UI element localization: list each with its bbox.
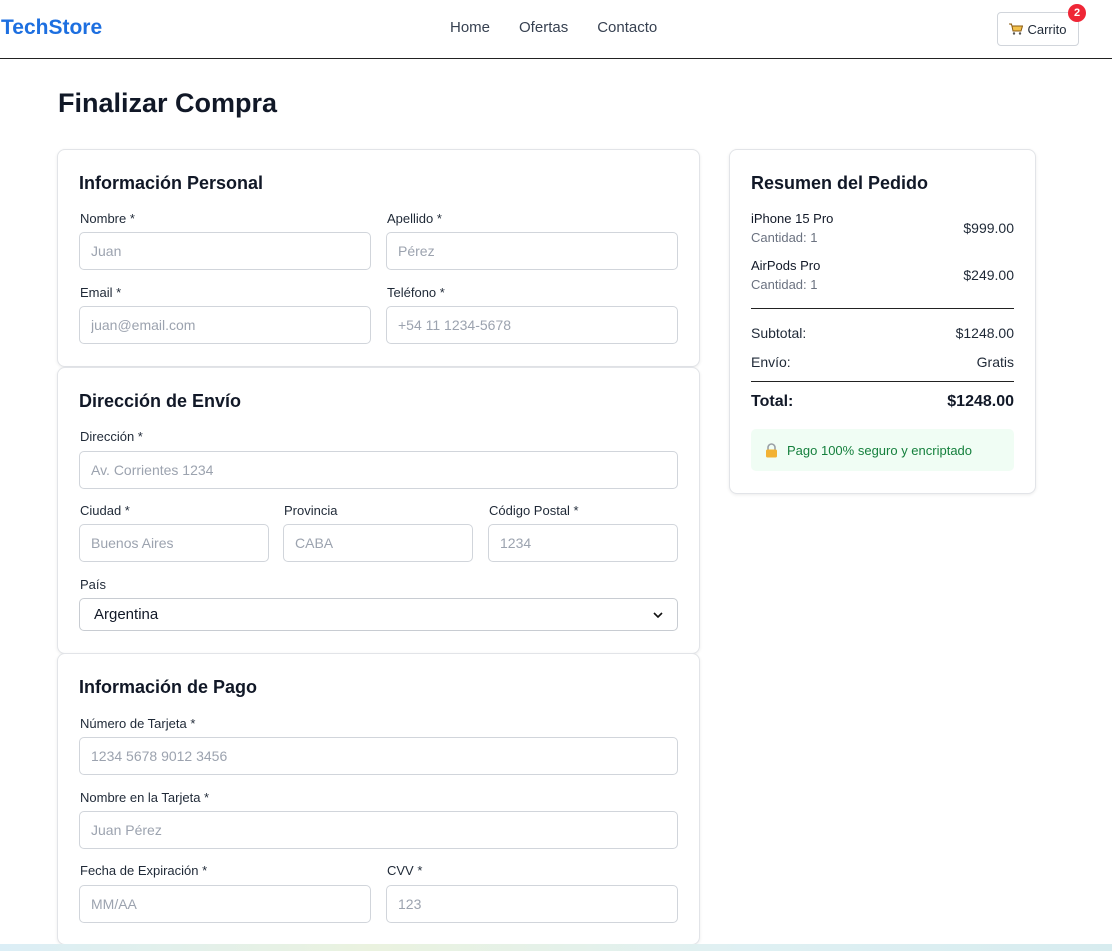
shipping-address-card: Dirección de Envío Dirección * Ciudad * … (57, 367, 700, 654)
secure-payment-text: Pago 100% seguro y encriptado (787, 442, 973, 458)
postal-code-input[interactable] (488, 524, 678, 562)
phone-input[interactable] (386, 306, 678, 344)
nav-home-link[interactable]: Home (450, 19, 490, 36)
address-input[interactable] (79, 451, 678, 489)
country-select-value: Argentina (94, 606, 159, 623)
order-item-quantity: Cantidad: 1 (751, 230, 818, 245)
shipping-row: Envío: Gratis (751, 354, 1014, 370)
nav-offers-link[interactable]: Ofertas (519, 19, 568, 36)
postal-code-label: Código Postal * (489, 503, 579, 518)
card-number-input[interactable] (79, 737, 678, 775)
cvv-input[interactable] (386, 885, 678, 923)
cart-label: Carrito (1027, 21, 1067, 37)
subtotal-row: Subtotal: $1248.00 (751, 325, 1014, 341)
main-nav: Home Ofertas Contacto (450, 19, 657, 36)
payment-info-card: Información de Pago Número de Tarjeta * … (57, 653, 700, 945)
order-item-name: AirPods Pro (751, 258, 821, 273)
province-label: Provincia (284, 503, 338, 518)
province-input[interactable] (283, 524, 473, 562)
lock-icon (766, 442, 777, 457)
country-select[interactable]: Argentina (79, 598, 678, 631)
order-item-name: iPhone 15 Pro (751, 211, 834, 226)
expiry-input[interactable] (79, 885, 371, 923)
shipping-cost-value: Gratis (976, 354, 1014, 370)
email-input[interactable] (79, 306, 371, 344)
page-title: Finalizar Compra (58, 88, 278, 118)
first-name-input[interactable] (79, 232, 371, 270)
cart-count-badge: 2 (1068, 4, 1086, 22)
personal-info-card: Información Personal Nombre * Apellido *… (57, 149, 700, 367)
expiry-label: Fecha de Expiración * (80, 863, 208, 878)
total-divider (751, 381, 1014, 382)
subtotal-label: Subtotal: (751, 325, 807, 341)
first-name-label: Nombre * (80, 211, 135, 226)
card-name-input[interactable] (79, 811, 678, 849)
phone-label: Teléfono * (387, 285, 445, 300)
order-item-price: $249.00 (963, 267, 1014, 283)
cvv-label: CVV * (387, 863, 423, 878)
top-navbar: TechStore Home Ofertas Contacto Carrito … (0, 0, 1112, 59)
order-item-price: $999.00 (963, 220, 1014, 236)
card-name-label: Nombre en la Tarjeta * (80, 790, 210, 805)
city-label: Ciudad * (80, 503, 130, 518)
secure-payment-notice: Pago 100% seguro y encriptado (751, 429, 1014, 471)
shipping-address-heading: Dirección de Envío (79, 391, 242, 411)
total-row: Total: $1248.00 (751, 393, 1014, 411)
order-summary-card: Resumen del Pedido iPhone 15 Pro Cantida… (729, 149, 1036, 494)
total-label: Total: (751, 393, 794, 410)
cart-button[interactable]: Carrito (997, 12, 1079, 46)
order-summary-heading: Resumen del Pedido (751, 173, 929, 193)
country-label: País (80, 577, 107, 592)
subtotal-value: $1248.00 (955, 325, 1014, 341)
card-number-label: Número de Tarjeta * (80, 716, 196, 731)
nav-contact-link[interactable]: Contacto (597, 19, 657, 36)
email-label: Email * (80, 285, 122, 300)
order-item-quantity: Cantidad: 1 (751, 277, 818, 292)
last-name-input[interactable] (386, 232, 678, 270)
chevron-down-icon (653, 611, 663, 618)
brand-logo[interactable]: TechStore (1, 16, 102, 40)
order-item: AirPods Pro Cantidad: 1 $249.00 (751, 258, 1014, 292)
shipping-cost-label: Envío: (751, 354, 791, 370)
cart-icon (1009, 23, 1024, 35)
summary-divider (751, 308, 1014, 309)
payment-info-heading: Información de Pago (79, 677, 258, 697)
bottom-edge-strip (0, 944, 1112, 951)
address-label: Dirección * (80, 429, 143, 444)
total-value: $1248.00 (947, 393, 1014, 410)
order-item: iPhone 15 Pro Cantidad: 1 $999.00 (751, 211, 1014, 245)
city-input[interactable] (79, 524, 269, 562)
last-name-label: Apellido * (387, 211, 442, 226)
personal-info-heading: Información Personal (79, 173, 264, 193)
